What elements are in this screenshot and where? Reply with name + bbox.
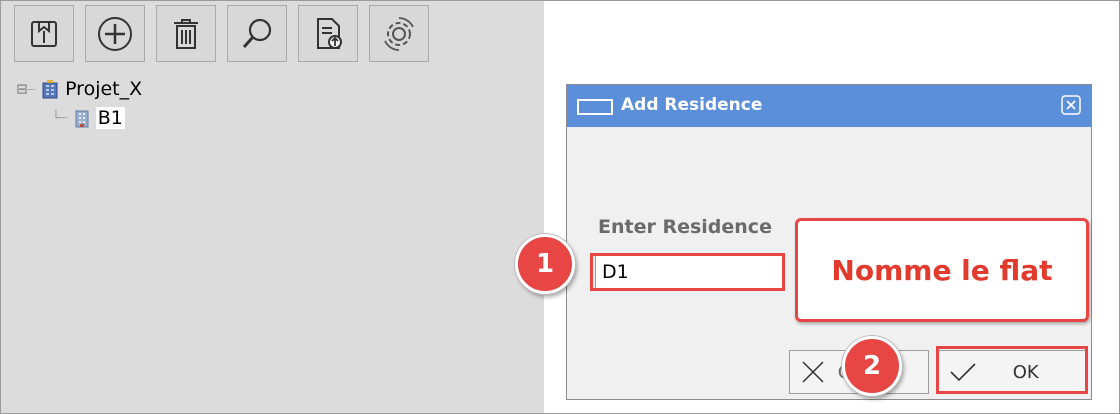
step-2-badge: 2 bbox=[842, 336, 902, 396]
settings-gear-icon bbox=[384, 16, 414, 51]
close-icon[interactable] bbox=[1061, 95, 1081, 115]
step-2-number: 2 bbox=[862, 351, 882, 381]
delete-button[interactable] bbox=[156, 5, 216, 62]
export-file-icon bbox=[317, 17, 342, 49]
tree-node-project[interactable]: ⊟┄ Projet_X bbox=[16, 78, 142, 100]
dialog-title-bar[interactable]: Add Residence bbox=[567, 85, 1091, 127]
instruction-callout: Nomme le flat bbox=[795, 218, 1089, 322]
building-icon bbox=[75, 110, 89, 127]
residence-field-label: Enter Residence bbox=[598, 216, 772, 238]
import-icon bbox=[31, 20, 57, 47]
step-1-number: 1 bbox=[535, 249, 555, 279]
import-button[interactable] bbox=[14, 5, 74, 62]
tree-node-b1[interactable]: └┄ B1 bbox=[52, 107, 125, 129]
project-building-icon bbox=[42, 79, 58, 98]
settings-button[interactable] bbox=[369, 5, 429, 62]
callout-text: Nomme le flat bbox=[831, 253, 1053, 287]
export-button[interactable] bbox=[298, 5, 358, 62]
collapse-toggle-icon[interactable]: ⊟ bbox=[16, 82, 28, 98]
step-1-badge: 1 bbox=[515, 234, 575, 294]
trash-icon bbox=[174, 18, 198, 49]
search-button[interactable] bbox=[227, 5, 287, 62]
project-label: Projet_X bbox=[65, 78, 143, 100]
input-highlight-box bbox=[590, 253, 785, 291]
dialog-title: Add Residence bbox=[621, 95, 763, 115]
window-icon bbox=[577, 99, 613, 115]
search-icon bbox=[242, 18, 272, 48]
add-button[interactable] bbox=[85, 5, 145, 62]
ok-highlight-box bbox=[936, 346, 1088, 394]
b1-label: B1 bbox=[95, 107, 125, 129]
add-circle-icon bbox=[98, 16, 132, 51]
project-tree-pane bbox=[1, 1, 544, 413]
cancel-x-icon bbox=[802, 361, 824, 383]
